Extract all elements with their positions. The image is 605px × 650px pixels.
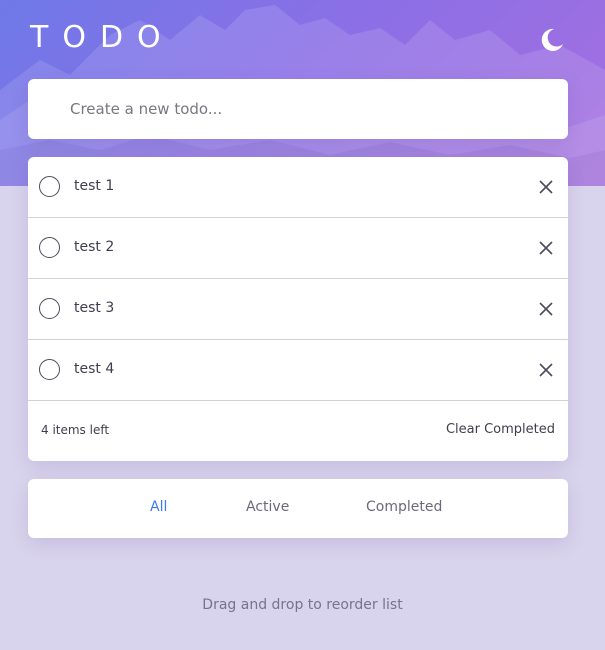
items-left-count: 4 items left [41,423,110,437]
complete-toggle-circle[interactable] [39,359,60,380]
close-icon[interactable] [538,362,554,378]
create-todo-input[interactable] [28,79,568,139]
complete-toggle-circle[interactable] [39,176,60,197]
todo-label: test 4 [74,361,115,377]
complete-toggle-circle[interactable] [39,237,60,258]
drag-hint: Drag and drop to reorder list [202,597,403,613]
app-title: TODO [30,20,175,55]
todo-item[interactable]: test 2 [28,218,568,279]
close-icon[interactable] [538,179,554,195]
todo-item[interactable]: test 1 [28,157,568,218]
todo-item[interactable]: test 4 [28,340,568,401]
todo-item[interactable]: test 3 [28,279,568,340]
create-todo-card [28,79,568,139]
clear-completed-button[interactable]: Clear Completed [446,422,555,437]
filter-bar: All Active Completed [28,479,568,538]
filter-completed-button[interactable]: Completed [366,499,442,515]
close-icon[interactable] [538,240,554,256]
filter-active-button[interactable]: Active [246,499,289,515]
theme-toggle-button[interactable] [537,25,567,55]
moon-icon [541,28,563,51]
todo-list: test 1 test 2 test 3 test 4 4 items left… [28,157,568,461]
close-icon[interactable] [538,301,554,317]
todo-label: test 1 [74,178,115,194]
filter-all-button[interactable]: All [150,499,167,515]
complete-toggle-circle[interactable] [39,298,60,319]
todo-label: test 3 [74,300,115,316]
todo-label: test 2 [74,239,115,255]
